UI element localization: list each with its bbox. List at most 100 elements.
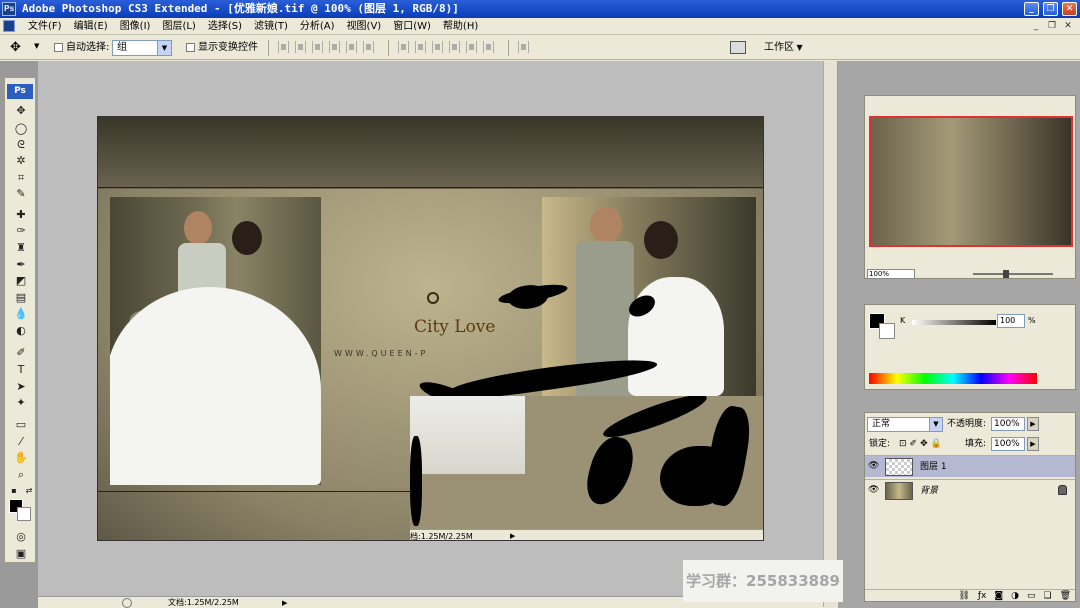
align-vcenter-icon[interactable] xyxy=(295,41,306,53)
lasso-tool-icon[interactable]: ᘓ xyxy=(13,138,29,152)
quick-mask-icon[interactable]: ◎ xyxy=(13,530,29,544)
gradient-tool-icon[interactable]: ▤ xyxy=(13,291,29,305)
menu-select[interactable]: 选择(S) xyxy=(202,18,248,35)
navigator-thumbnail[interactable] xyxy=(869,116,1073,247)
eraser-tool-icon[interactable]: ◩ xyxy=(13,274,29,288)
auto-select-dropdown[interactable]: 组 ▼ xyxy=(112,40,172,56)
menu-view[interactable]: 视图(V) xyxy=(341,18,388,35)
clone-stamp-tool-icon[interactable]: ♜ xyxy=(13,241,29,255)
title-bar: Ps Adobe Photoshop CS3 Extended - [优雅新娘.… xyxy=(0,0,1080,18)
menu-window[interactable]: 窗口(W) xyxy=(387,18,437,35)
auto-align-icon[interactable] xyxy=(518,41,529,53)
layers-footer: ⛓ ƒx ◙ ◑ ▭ ❏ 🗑 xyxy=(865,589,1075,602)
dodge-tool-icon[interactable]: ◐ xyxy=(13,324,29,338)
doc-minimize-button[interactable]: _ xyxy=(1030,21,1042,32)
history-brush-tool-icon[interactable]: ✒ xyxy=(13,258,29,272)
show-transform-checkbox[interactable] xyxy=(186,43,195,52)
zoom-icon[interactable] xyxy=(122,598,132,608)
blur-tool-icon[interactable]: 💧 xyxy=(13,307,29,321)
swap-colors-icon[interactable]: ⇄ xyxy=(21,484,37,498)
type-tool-icon[interactable]: T xyxy=(13,363,29,377)
menu-layer[interactable]: 图层(L) xyxy=(156,18,201,35)
slice-tool-icon[interactable]: ✎ xyxy=(13,187,29,201)
align-top-icon[interactable] xyxy=(278,41,289,53)
navigator-zoom-slider[interactable] xyxy=(973,270,1053,278)
canvas[interactable]: City Love WWW.QUEEN-P 档:1.25M/2.25M ▶ xyxy=(97,116,764,541)
blend-mode-dropdown[interactable]: 正常 ▼ xyxy=(867,417,943,432)
menu-help[interactable]: 帮助(H) xyxy=(437,18,484,35)
layer-style-icon[interactable]: ƒx xyxy=(978,591,987,601)
adjustment-layer-icon[interactable]: ◑ xyxy=(1011,591,1019,601)
marquee-tool-icon[interactable]: ◯ xyxy=(13,122,29,136)
distribute-left-icon[interactable] xyxy=(449,41,460,53)
layer-row[interactable]: 👁 图层 1 xyxy=(865,455,1075,477)
link-layers-icon[interactable]: ⛓ xyxy=(958,591,969,601)
distribute-right-icon[interactable] xyxy=(483,41,494,53)
layer-mask-icon[interactable]: ◙ xyxy=(994,591,1003,601)
new-group-icon[interactable]: ▭ xyxy=(1027,591,1036,601)
status-menu-arrow-icon[interactable]: ▶ xyxy=(510,530,515,540)
screen-mode-icon[interactable]: ▣ xyxy=(13,547,29,561)
background-color-swatch[interactable] xyxy=(17,507,31,521)
navigator-zoom-field[interactable]: 100% xyxy=(867,269,915,279)
distribute-top-icon[interactable] xyxy=(398,41,409,53)
document-icon[interactable] xyxy=(3,20,15,32)
color-channel-label: K xyxy=(900,316,906,325)
healing-brush-tool-icon[interactable]: ✚ xyxy=(13,208,29,222)
opacity-slider-arrow-icon[interactable]: ▶ xyxy=(1027,417,1039,431)
fill-input[interactable]: 100% xyxy=(991,437,1025,451)
opacity-input[interactable]: 100% xyxy=(991,417,1025,431)
document-window: City Love WWW.QUEEN-P 档:1.25M/2.25M ▶ 文档… xyxy=(38,61,860,608)
menu-file[interactable]: 文件(F) xyxy=(22,18,68,35)
delete-layer-icon[interactable]: 🗑 xyxy=(1060,591,1071,601)
distribute-vcenter-icon[interactable] xyxy=(415,41,426,53)
workspace-dropdown[interactable]: 工作区 xyxy=(764,40,803,56)
color-background-swatch[interactable] xyxy=(879,323,895,339)
tool-preset-dropdown-icon[interactable]: ▼ xyxy=(34,42,39,50)
restore-button[interactable]: ❐ xyxy=(1043,2,1058,16)
color-channel-input[interactable]: 100 xyxy=(997,314,1025,328)
move-tool-icon[interactable]: ✥ xyxy=(13,104,29,118)
shape-tool-icon[interactable]: ✦ xyxy=(13,396,29,410)
menu-edit[interactable]: 编辑(E) xyxy=(68,18,114,35)
menu-analysis[interactable]: 分析(A) xyxy=(294,18,341,35)
move-tool-icon[interactable]: ✥ xyxy=(10,40,21,56)
toolbox-logo: Ps xyxy=(7,84,33,99)
photoshop-window: Ps Adobe Photoshop CS3 Extended - [优雅新娘.… xyxy=(0,0,1080,608)
auto-select-checkbox[interactable] xyxy=(54,43,63,52)
distribute-bottom-icon[interactable] xyxy=(432,41,443,53)
new-layer-icon[interactable]: ❏ xyxy=(1043,591,1051,601)
zoom-tool-icon[interactable]: ⌕ xyxy=(13,468,29,482)
palette-well-icon[interactable] xyxy=(730,41,746,54)
layer-row[interactable]: 👁 背景 xyxy=(865,479,1075,501)
lock-options-icon[interactable]: ⊡✐✥🔒 xyxy=(899,438,945,451)
eye-icon[interactable]: 👁 xyxy=(868,462,880,471)
menu-image[interactable]: 图像(I) xyxy=(114,18,157,35)
vertical-scrollbar[interactable] xyxy=(823,61,837,607)
minimize-button[interactable]: _ xyxy=(1024,2,1039,16)
separator xyxy=(508,40,509,56)
brush-tool-icon[interactable]: ✑ xyxy=(13,224,29,238)
color-channel-slider[interactable] xyxy=(912,320,996,325)
fill-slider-arrow-icon[interactable]: ▶ xyxy=(1027,437,1039,451)
notes-tool-icon[interactable]: ▭ xyxy=(13,418,29,432)
magic-wand-tool-icon[interactable]: ✲ xyxy=(13,154,29,168)
hand-tool-icon[interactable]: ✋ xyxy=(13,451,29,465)
status-menu-arrow-icon[interactable]: ▶ xyxy=(282,597,287,608)
crop-tool-icon[interactable]: ⌗ xyxy=(13,171,29,185)
align-left-icon[interactable] xyxy=(329,41,340,53)
align-bottom-icon[interactable] xyxy=(312,41,323,53)
doc-close-button[interactable]: ✕ xyxy=(1062,21,1074,32)
menu-filter[interactable]: 滤镜(T) xyxy=(248,18,294,35)
align-hcenter-icon[interactable] xyxy=(346,41,357,53)
path-selection-tool-icon[interactable]: ➤ xyxy=(13,380,29,394)
default-colors-icon[interactable]: ▪ xyxy=(6,484,22,498)
doc-restore-button[interactable]: ❐ xyxy=(1046,21,1058,32)
distribute-hcenter-icon[interactable] xyxy=(466,41,477,53)
color-spectrum-bar[interactable] xyxy=(869,373,1037,384)
pen-tool-icon[interactable]: ✐ xyxy=(13,346,29,360)
eye-icon[interactable]: 👁 xyxy=(868,486,880,495)
align-right-icon[interactable] xyxy=(363,41,374,53)
eyedropper-tool-icon[interactable]: ⁄ xyxy=(13,435,29,449)
close-button[interactable]: ✕ xyxy=(1062,2,1077,16)
